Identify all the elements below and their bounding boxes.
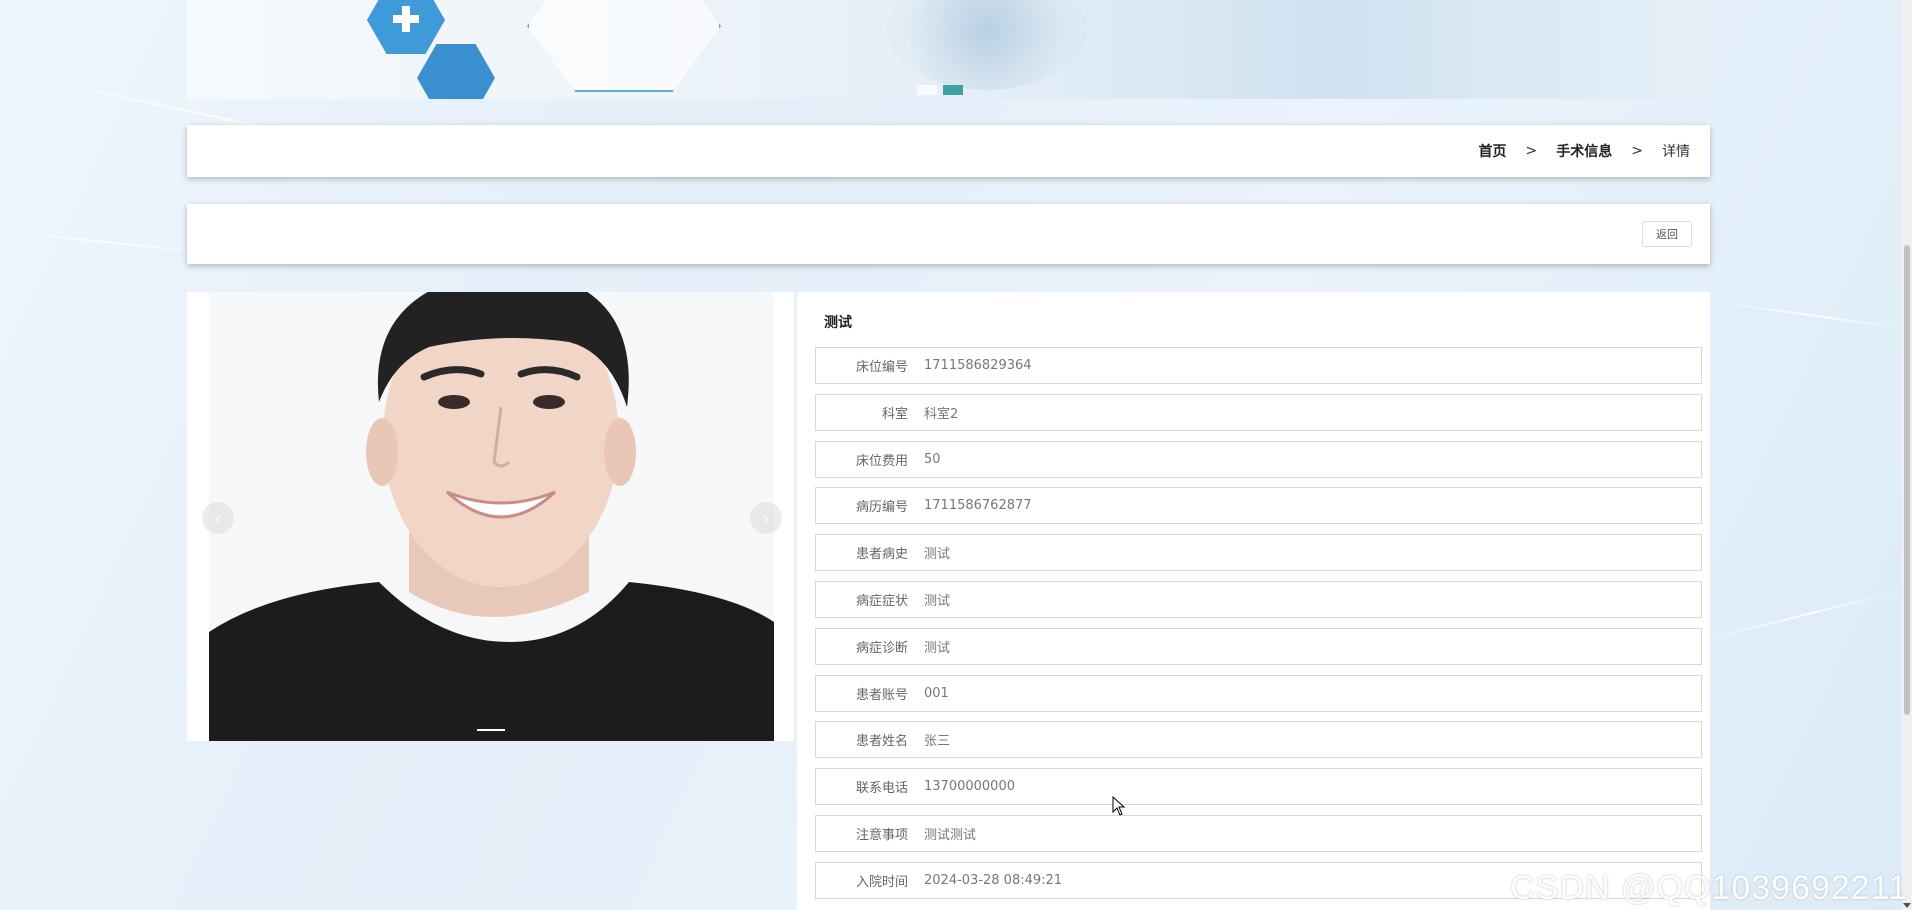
field-row: 病症症状 测试 [815, 580, 1702, 618]
field-label: 床位费用 [855, 453, 908, 469]
breadcrumb-separator: > [1631, 143, 1643, 159]
page-scrollbar[interactable] [1902, 0, 1912, 910]
banner-indicator[interactable] [917, 85, 937, 95]
portrait-illustration [209, 292, 774, 741]
field-row: 联系电话 13700000000 [815, 768, 1702, 806]
field-label: 床位编号 [855, 360, 908, 375]
back-button[interactable]: 返回 [1642, 221, 1692, 247]
banner-indicator-active[interactable] [943, 85, 963, 95]
field-value: 1711586762877 [924, 498, 1032, 514]
chevron-left-icon: ‹ [214, 508, 222, 528]
stethoscope-decoration [887, 0, 1087, 90]
detail-fields: 床位编号 1711586829364 科室 科室2 床位费用 50 病历编号 1… [815, 347, 1702, 909]
field-label: 入院时间 [855, 874, 908, 890]
field-value: 测试测试 [924, 827, 977, 843]
medical-cross-icon [393, 6, 419, 32]
breadcrumb: 首页 > 手术信息 > 详情 [187, 125, 1710, 177]
carousel-prev-button[interactable]: ‹ [202, 502, 234, 534]
breadcrumb-home[interactable]: 首页 [1479, 141, 1507, 161]
hexagon-outline-decoration [527, 0, 721, 92]
field-value: 2024-03-28 08:49:21 [924, 872, 1063, 888]
detail-title: 测试 [824, 315, 852, 331]
detail-panel: 测试 床位编号 1711586829364 科室 科室2 床位费用 50 病历编… [797, 292, 1710, 910]
detail-content: ‹ › 测试 床位编号 1711586829364 科室 科室2 床位费用 50… [187, 292, 1710, 910]
field-row: 病历编号 1711586762877 [815, 487, 1702, 525]
image-carousel: ‹ › [187, 292, 794, 741]
action-bar: 返回 [187, 204, 1710, 264]
field-row: 科室 科室2 [815, 393, 1702, 431]
field-row: 患者账号 001 [815, 674, 1702, 712]
field-label: 病症症状 [855, 593, 908, 609]
field-label: 病历编号 [855, 500, 908, 516]
breadcrumb-current: 详情 [1662, 144, 1690, 160]
field-label: 患者姓名 [855, 734, 908, 750]
field-row: 床位费用 50 [815, 440, 1702, 478]
field-value: 测试 [924, 593, 951, 609]
mouse-cursor-icon [1112, 796, 1126, 816]
field-label: 患者病史 [855, 547, 908, 563]
field-value: 测试 [924, 547, 951, 563]
field-value: 001 [924, 685, 949, 701]
scrollbar-thumb[interactable] [1904, 245, 1910, 715]
breadcrumb-section[interactable]: 手术信息 [1556, 141, 1612, 161]
field-label: 注意事项 [855, 827, 908, 843]
field-row: 患者病史 测试 [815, 534, 1702, 572]
heartbeat-hexagon-decoration [417, 44, 495, 99]
field-row: 患者姓名 张三 [815, 721, 1702, 759]
field-value: 科室2 [924, 406, 959, 422]
chevron-right-icon: › [762, 508, 770, 528]
field-label: 联系电话 [855, 781, 908, 797]
field-row: 病症诊断 测试 [815, 627, 1702, 665]
field-label: 病症诊断 [855, 640, 908, 656]
carousel-indicator[interactable] [477, 729, 505, 731]
banner-indicators [917, 85, 963, 95]
field-label: 患者账号 [855, 687, 908, 703]
field-value: 13700000000 [924, 779, 1015, 795]
top-banner [187, 0, 1710, 99]
field-value: 张三 [924, 734, 951, 750]
watermark: CSDN @QQ1039692211 [1510, 869, 1908, 907]
breadcrumb-separator: > [1525, 143, 1538, 159]
field-value: 1711586829364 [924, 358, 1032, 373]
background-decoration [1699, 588, 1906, 642]
field-label: 科室 [881, 406, 908, 422]
background-decoration [1709, 300, 1909, 330]
field-row: 注意事项 测试测试 [815, 814, 1702, 852]
patient-photo [209, 292, 774, 741]
carousel-next-button[interactable]: › [750, 502, 782, 534]
field-value: 50 [924, 451, 941, 467]
field-row: 床位编号 1711586829364 [815, 347, 1702, 384]
field-value: 测试 [924, 640, 951, 656]
